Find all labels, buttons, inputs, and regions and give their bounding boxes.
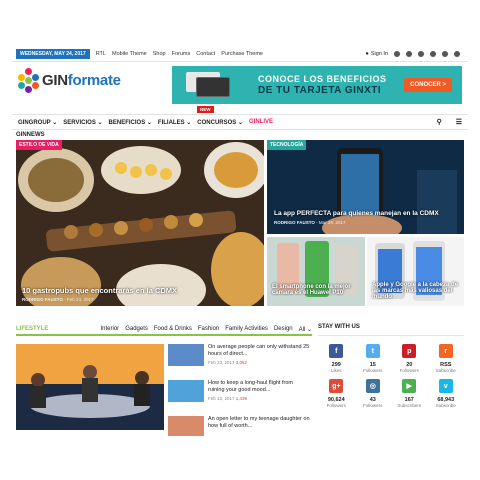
nav-servicios[interactable]: SERVICIOS ⌄ — [63, 119, 102, 126]
hero-post[interactable]: ESTILO DE VIDA 10 gastropubs que encontr… — [16, 140, 264, 306]
vimeo-small-icon[interactable] — [442, 50, 448, 57]
facebook-icon: f — [329, 344, 344, 358]
social-pinterest[interactable]: p 20 Followers — [391, 344, 428, 373]
lifestyle-featured-post[interactable] — [16, 344, 164, 430]
social-rss[interactable]: r RSS Subscribe — [428, 344, 465, 373]
cat-design[interactable]: Design — [274, 326, 293, 333]
new-badge: NEW — [197, 106, 214, 113]
cat-food-drinks[interactable]: Food & Drinks — [154, 326, 192, 333]
tech-title[interactable]: La app PERFECTA para quienes manejan en … — [274, 210, 464, 217]
sign-in-link[interactable]: Sign In — [371, 51, 388, 57]
top-links: RTL Mobile Theme Shop Forums Contact Pur… — [96, 51, 263, 57]
stay-with-us-title: STAY WITH US — [318, 324, 464, 336]
cat-family-activities[interactable]: Family Activities — [225, 326, 268, 333]
nav-ginlive[interactable]: GINLIVE — [249, 119, 273, 125]
apple-title[interactable]: Apple y Google a la cabeza de las marcas… — [372, 282, 462, 300]
top-link-contact[interactable]: Contact — [196, 51, 215, 57]
lifestyle-title[interactable]: LIFESTYLE — [16, 326, 48, 332]
social-twitter[interactable]: t 15 Followers — [355, 344, 392, 373]
featured-image — [16, 344, 164, 430]
cat-gadgets[interactable]: Gadgets — [125, 326, 148, 333]
hero-date: - Feb 24, 2017 — [64, 297, 94, 302]
instagram-small-icon[interactable] — [394, 50, 400, 57]
view-count: 1,439 — [235, 396, 248, 401]
hero-title-text[interactable]: 10 gastropubs que encontrarás en la CDMX — [22, 286, 262, 295]
post-thumbnail[interactable] — [168, 344, 204, 366]
pinterest-small-icon[interactable] — [418, 50, 424, 57]
facebook-small-icon[interactable] — [406, 50, 412, 57]
nav-gingroup[interactable]: GINGROUP ⌄ — [18, 119, 57, 126]
site-logo[interactable]: GINformate — [16, 68, 121, 93]
top-link-shop[interactable]: Shop — [153, 51, 166, 57]
ad-banner[interactable]: CONOCE LOS BENEFICIOS DE TU TARJETA GINX… — [172, 66, 462, 104]
pinterest-icon: p — [402, 344, 417, 358]
social-facebook[interactable]: f 299 Likes — [318, 344, 355, 373]
lifestyle-categories: Interior Gadgets Food & Drinks Fashion F… — [101, 326, 313, 333]
tech-category-tag[interactable]: TECNOLOGÍA — [267, 140, 307, 150]
twitter-small-icon[interactable] — [430, 50, 436, 57]
rss-icon: r — [438, 344, 453, 358]
top-right: ● Sign In — [365, 50, 460, 57]
cat-fashion[interactable]: Fashion — [198, 326, 219, 333]
menu-icon[interactable]: ☰ — [456, 118, 462, 126]
logo-dots-icon — [16, 68, 40, 93]
post-title[interactable]: On average people can only withstand 25 … — [208, 344, 310, 358]
post-thumbnail[interactable] — [168, 416, 204, 436]
youtube-small-icon[interactable] — [454, 50, 460, 57]
search-icon[interactable]: ⚲ — [437, 118, 442, 126]
post-title[interactable]: An open letter to my teenage daughter on… — [208, 416, 310, 430]
social-vimeo[interactable]: v 68,943 Subscribe — [428, 379, 465, 408]
date-badge: WEDNESDAY, MAY 24, 2017 — [16, 48, 90, 59]
social-instagram[interactable]: ◎ 43 Followers — [355, 379, 392, 408]
view-count: 3,052 — [235, 360, 248, 365]
post-meta: Feb 13, 2017 1,439 — [208, 396, 248, 401]
nav-beneficios[interactable]: BENEFICIOS ⌄ — [109, 119, 152, 126]
twitter-icon: t — [365, 344, 380, 358]
hero-image — [16, 140, 264, 306]
top-bar: WEDNESDAY, MAY 24, 2017 RTL Mobile Theme… — [12, 46, 468, 62]
cat-all-dropdown[interactable]: All ⌄ — [299, 326, 312, 333]
post-meta: Feb 23, 2017 3,052 — [208, 360, 248, 365]
nav-right: ⚲ ☰ — [431, 118, 462, 126]
nav-filiales[interactable]: FILIALES ⌄ — [158, 119, 191, 126]
vimeo-icon: v — [438, 379, 453, 393]
tech-date: - Mar 26, 2017 — [316, 220, 346, 225]
post-thumbnail[interactable] — [168, 380, 204, 402]
top-link-mobile-theme[interactable]: Mobile Theme — [112, 51, 147, 57]
top-link-forums[interactable]: Forums — [172, 51, 191, 57]
conocer-button[interactable]: CONOCER > — [404, 78, 452, 92]
list-item[interactable]: On average people can only withstand 25 … — [168, 344, 310, 372]
list-item[interactable]: How to keep a long-haul flight from ruin… — [168, 380, 310, 408]
googleplus-icon: g+ — [329, 379, 344, 393]
lifestyle-header: LIFESTYLE Interior Gadgets Food & Drinks… — [16, 324, 312, 336]
user-icon: ● — [365, 50, 369, 57]
main-nav: GINGROUP ⌄ SERVICIOS ⌄ BENEFICIOS ⌄ FILI… — [12, 114, 468, 130]
youtube-icon: ▶ — [402, 379, 417, 393]
hero-author[interactable]: RODRIGO FAUSTO — [22, 297, 63, 302]
nav-concursos[interactable]: CONCURSOS ⌄ — [197, 119, 243, 126]
top-link-rtl[interactable]: RTL — [96, 51, 106, 57]
list-item[interactable]: An open letter to my teenage daughter on… — [168, 416, 310, 436]
social-googleplus[interactable]: g+ 90,624 Followers — [318, 379, 355, 408]
post-title[interactable]: How to keep a long-haul flight from ruin… — [208, 380, 310, 394]
hero-meta-text: RODRIGO FAUSTO - Feb 24, 2017 — [22, 297, 93, 302]
cards-image — [186, 72, 236, 98]
hero-category-tag[interactable]: ESTILO DE VIDA — [16, 140, 62, 150]
instagram-icon: ◎ — [365, 379, 380, 393]
top-link-purchase-theme[interactable]: Purchase Theme — [221, 51, 263, 57]
cat-interior[interactable]: Interior — [101, 326, 120, 333]
tech-meta: RODRIGO FAUSTO - Mar 26, 2017 — [274, 220, 345, 225]
social-youtube[interactable]: ▶ 167 Subscribers — [391, 379, 428, 408]
lifestyle-post-list: On average people can only withstand 25 … — [168, 344, 310, 436]
sub-nav-ginnews[interactable]: GINNEWS — [16, 132, 45, 138]
banner-text: CONOCE LOS BENEFICIOS DE TU TARJETA GINX… — [258, 74, 387, 96]
tech-author[interactable]: RODRIGO FAUSTO — [274, 220, 315, 225]
huawei-title[interactable]: El smartphone con la mejor cámara es el … — [272, 284, 364, 296]
logo-text: GINformate — [42, 71, 121, 89]
site-page: WEDNESDAY, MAY 24, 2017 RTL Mobile Theme… — [12, 44, 468, 436]
social-counters: f 299 Likes t 15 Followers p 20 Followers r RSS… — [318, 344, 464, 408]
